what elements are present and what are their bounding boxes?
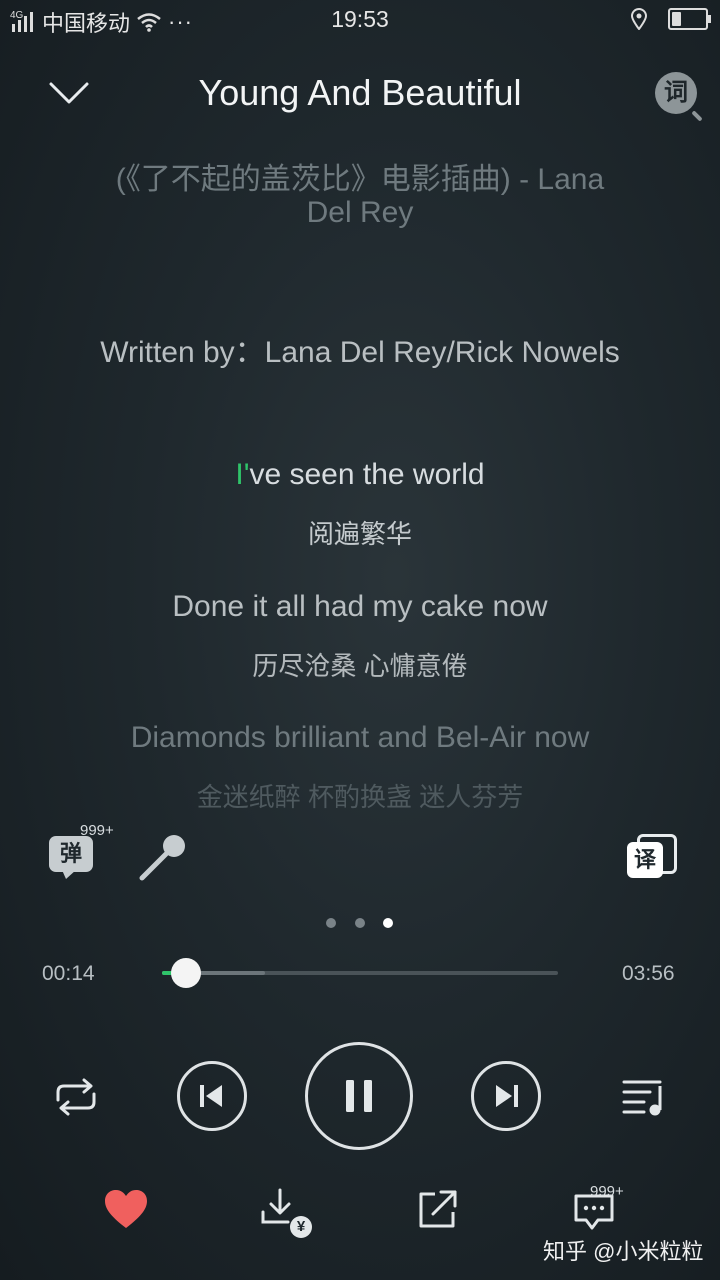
paid-badge: ¥ — [290, 1216, 312, 1238]
duration-time: 03:56 — [622, 962, 675, 985]
previous-icon — [200, 1085, 222, 1107]
clock: 19:53 — [331, 6, 389, 32]
page-dot-2[interactable] — [355, 918, 365, 928]
battery-icon — [668, 8, 711, 30]
danmu-button[interactable]: 弹 — [49, 836, 93, 872]
lyric-current-translation: 阅遍繁华 — [307, 519, 412, 549]
lyric-current-rest: ve seen the world — [249, 458, 485, 491]
lyric-subtitle-line1: (《了不起的盖茨比》电影插曲) - Lana — [115, 163, 605, 196]
repeat-mode-icon[interactable] — [50, 1078, 102, 1116]
lyric-current-sung: I' — [235, 458, 250, 491]
microphone-icon[interactable] — [136, 832, 188, 882]
lyric-next-translation: 历尽沧桑 心慵意倦 — [252, 651, 468, 681]
lyric-next-line: Done it all had my cake now — [172, 590, 548, 623]
location-icon — [630, 8, 648, 30]
pause-icon — [346, 1080, 372, 1112]
next-button[interactable] — [471, 1061, 541, 1131]
danmu-bubble-tail-icon — [62, 870, 76, 879]
page-dot-1[interactable] — [326, 918, 336, 928]
danmu-label: 弹 — [59, 841, 82, 866]
watermark: 知乎 @小米粒粒 — [543, 1239, 704, 1264]
lyric-later-translation: 金迷纸醉 杯酌换盏 迷人芬芳 — [196, 782, 524, 812]
download-button[interactable]: ¥ — [260, 1188, 316, 1238]
page-dot-3[interactable] — [383, 918, 393, 928]
elapsed-time: 00:14 — [42, 962, 95, 985]
previous-button[interactable] — [177, 1061, 247, 1131]
lyric-current-line: I've seen the world — [0, 458, 720, 492]
lyrics-search-button[interactable]: 词 — [655, 72, 697, 114]
pause-button[interactable] — [305, 1042, 413, 1150]
progress-thumb[interactable] — [170, 958, 201, 988]
status-bar: 4G 中国移动 ··· 19:53 — [0, 0, 720, 40]
song-title: Young And Beautiful — [198, 72, 522, 113]
share-icon[interactable] — [417, 1190, 459, 1230]
playlist-icon[interactable] — [620, 1076, 668, 1118]
translate-button[interactable]: 译 — [627, 842, 663, 878]
danmu-count: 999+ — [80, 822, 114, 839]
next-icon — [496, 1085, 518, 1107]
status-right — [630, 8, 711, 30]
comment-count: 999+ — [590, 1183, 624, 1200]
like-heart-icon[interactable] — [103, 1188, 149, 1230]
battery-level — [672, 12, 681, 26]
lyric-later-line: Diamonds brilliant and Bel-Air now — [130, 721, 590, 754]
lyric-written-by: Written by：Lana Del Rey/Rick Nowels — [100, 336, 620, 369]
lyric-subtitle-line2: Del Rey — [306, 196, 414, 229]
